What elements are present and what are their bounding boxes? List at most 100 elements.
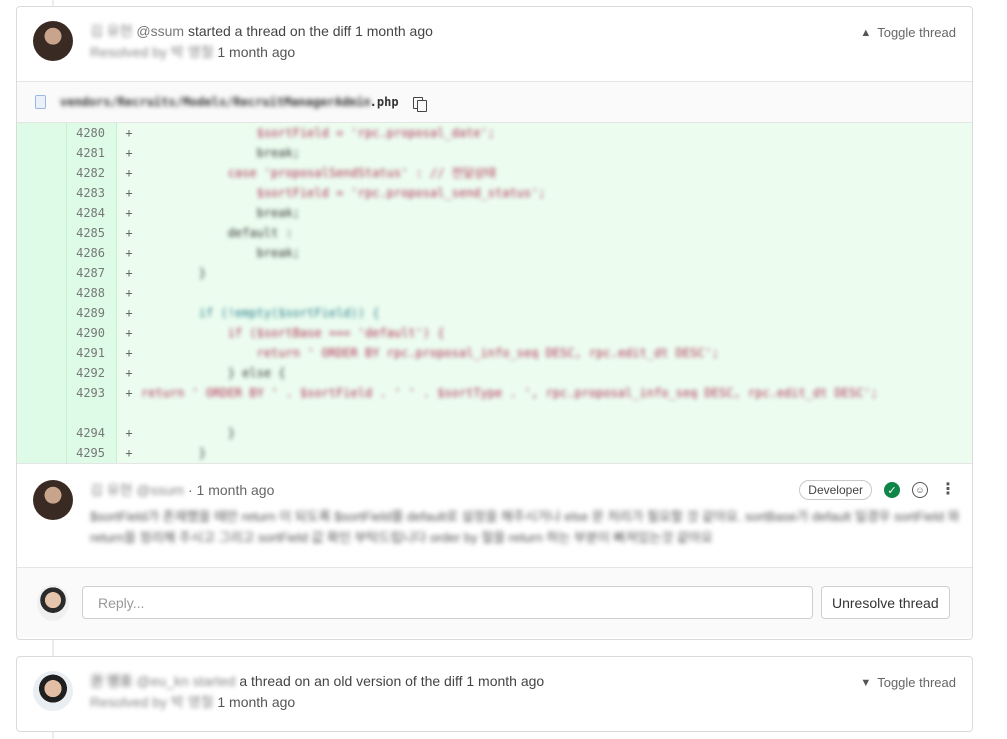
- diff-line: 4286 + break;: [17, 243, 972, 263]
- old-line-number[interactable]: [17, 263, 67, 283]
- current-user-avatar: [37, 584, 69, 621]
- diff-code: }: [141, 263, 972, 283]
- diff-code: $sortField = 'rpc.proposal_send_status';: [141, 183, 972, 203]
- author-handle[interactable]: @eu_kn started: [136, 673, 235, 689]
- note-actions: Developer ✓ ☺ ⋮: [799, 480, 956, 500]
- toggle-thread-label: Toggle thread: [877, 25, 956, 40]
- old-line-number[interactable]: [17, 423, 67, 443]
- new-line-number[interactable]: 4286: [67, 243, 117, 263]
- thread-started-line: 김 유현 @ssum started a thread on the diff …: [90, 21, 433, 42]
- old-line-number[interactable]: [17, 343, 67, 363]
- resolved-line: Resolved by 박 영철 1 month ago: [90, 692, 544, 713]
- new-line-number[interactable]: 4290: [67, 323, 117, 343]
- new-line-number[interactable]: 4280: [67, 123, 117, 143]
- resolved-by: Resolved by 박 영철: [90, 694, 214, 710]
- old-line-number[interactable]: [17, 163, 67, 183]
- new-line-number[interactable]: 4294: [67, 423, 117, 443]
- diff-sign: +: [125, 226, 133, 240]
- new-line-number[interactable]: 4289: [67, 303, 117, 323]
- new-line-number[interactable]: 4293: [67, 383, 117, 423]
- old-line-number[interactable]: [17, 243, 67, 263]
- toggle-thread-button[interactable]: ▼ Toggle thread: [860, 675, 956, 690]
- new-line-number[interactable]: 4281: [67, 143, 117, 163]
- diff-code: case 'proposalSendStatus' : // 전달상태: [141, 163, 972, 183]
- code-text: case 'proposalSendStatus' : // 전달상태: [141, 166, 496, 180]
- old-line-number[interactable]: [17, 223, 67, 243]
- code-text: break;: [141, 206, 300, 220]
- code-text: $sortField = 'rpc.proposal_date';: [141, 126, 496, 140]
- avatar[interactable]: [33, 21, 73, 61]
- code-text: if ($sortBase === 'default') {: [141, 326, 445, 340]
- new-line-number[interactable]: 4284: [67, 203, 117, 223]
- chevron-up-icon: ▲: [860, 26, 872, 39]
- note-time: 1 month ago: [196, 482, 275, 498]
- note-author-handle[interactable]: @ssum: [136, 482, 184, 498]
- avatar[interactable]: [33, 671, 73, 711]
- diff-sign: +: [125, 306, 133, 320]
- started-time: 1 month ago: [355, 23, 433, 39]
- old-line-number[interactable]: [17, 363, 67, 383]
- diff-sign: +: [125, 366, 133, 380]
- code-text: }: [141, 266, 207, 280]
- diff-code: break;: [141, 143, 972, 163]
- old-line-number[interactable]: [17, 183, 67, 203]
- resolved-time: 1 month ago: [217, 44, 296, 60]
- new-line-number[interactable]: 4295: [67, 443, 117, 463]
- diff-line: 4285 + default :: [17, 223, 972, 243]
- author-name[interactable]: 권 영호: [90, 673, 133, 689]
- old-line-number[interactable]: [17, 303, 67, 323]
- avatar[interactable]: [33, 480, 73, 520]
- started-text: started a thread on the diff: [187, 23, 352, 39]
- new-line-number[interactable]: 4283: [67, 183, 117, 203]
- started-time: 1 month ago: [466, 673, 545, 689]
- discussion-note: 김 유현 @ssum · 1 month ago $sortField가 존재했…: [17, 463, 972, 567]
- code-text: return ' ORDER BY ' . $sortField . ' ' .…: [141, 386, 878, 400]
- toggle-thread-label: Toggle thread: [877, 675, 956, 690]
- new-line-number[interactable]: 4288: [67, 283, 117, 303]
- file-icon: [35, 95, 46, 109]
- old-line-number[interactable]: [17, 123, 67, 143]
- toggle-thread-button[interactable]: ▲ Toggle thread: [860, 25, 956, 40]
- note-author-name[interactable]: 김 유현: [90, 482, 133, 498]
- reply-input[interactable]: Reply...: [82, 586, 813, 619]
- new-line-number[interactable]: 4282: [67, 163, 117, 183]
- diff-sign: +: [125, 166, 133, 180]
- diff-sign: +: [125, 246, 133, 260]
- old-line-number[interactable]: [17, 203, 67, 223]
- diff-code: }: [141, 443, 972, 463]
- diff-sign: +: [125, 446, 133, 460]
- new-line-number[interactable]: 4285: [67, 223, 117, 243]
- code-text: default :: [141, 226, 293, 240]
- diff-line: 4294 + }: [17, 423, 972, 443]
- author-name[interactable]: 김 유현: [90, 23, 133, 39]
- diff-line: 4293 + return ' ORDER BY ' . $sortField .…: [17, 383, 972, 423]
- new-line-number[interactable]: 4291: [67, 343, 117, 363]
- diff-sign: +: [125, 286, 133, 300]
- unresolve-thread-button[interactable]: Unresolve thread: [821, 586, 950, 619]
- add-reaction-icon[interactable]: ☺: [912, 482, 928, 498]
- author-handle[interactable]: @ssum: [136, 23, 184, 39]
- old-line-number[interactable]: [17, 283, 67, 303]
- diff-code: break;: [141, 203, 972, 223]
- new-line-number[interactable]: 4292: [67, 363, 117, 383]
- old-line-number[interactable]: [17, 323, 67, 343]
- old-line-number[interactable]: [17, 143, 67, 163]
- more-actions-icon[interactable]: ⋮: [940, 482, 956, 498]
- reply-area: Reply... Unresolve thread: [17, 567, 972, 637]
- diff-line: 4292 + } else {: [17, 363, 972, 383]
- resolved-check-icon[interactable]: ✓: [884, 482, 900, 498]
- new-line-number[interactable]: 4287: [67, 263, 117, 283]
- file-path[interactable]: vendors/Recruits/Models/RecruitManagerAd…: [60, 95, 371, 109]
- copy-icon[interactable]: [412, 95, 427, 112]
- old-line-number[interactable]: [17, 443, 67, 463]
- diff-line: 4290 + if ($sortBase === 'default') {: [17, 323, 972, 343]
- diff-line: 4284 + break;: [17, 203, 972, 223]
- code-text: if (!empty($sortField)) {: [141, 306, 380, 320]
- diff-code: return ' ORDER BY rpc.proposal_info_seq …: [141, 343, 972, 363]
- diff-sign: +: [125, 266, 133, 280]
- started-text: a thread on an old version of the diff: [239, 673, 463, 689]
- diff-code: return ' ORDER BY ' . $sortField . ' ' .…: [141, 383, 972, 403]
- code-text: }: [141, 426, 235, 440]
- diff-sign: +: [125, 146, 133, 160]
- old-line-number[interactable]: [17, 383, 67, 423]
